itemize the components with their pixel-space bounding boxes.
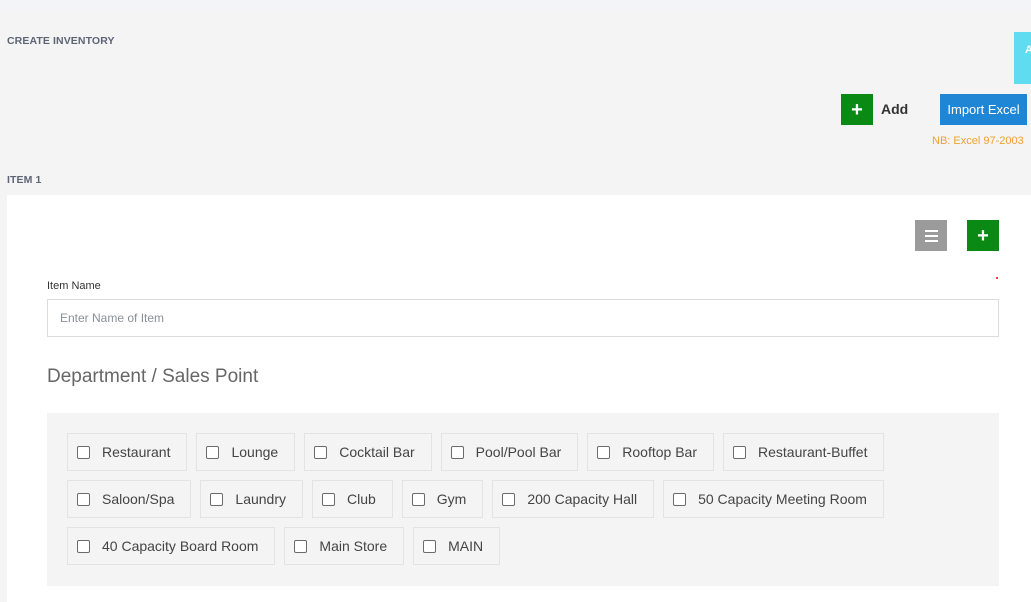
section-title: CREATE INVENTORY [7, 35, 115, 47]
department-label: Club [347, 491, 376, 507]
department-label: 40 Capacity Board Room [102, 538, 259, 554]
department-option[interactable]: Saloon/Spa [67, 480, 192, 518]
department-option[interactable]: Cocktail Bar [304, 433, 432, 471]
add-item-button[interactable]: + [967, 220, 999, 251]
department-label: MAIN [448, 538, 484, 554]
department-label: Rooftop Bar [622, 444, 697, 460]
checkbox[interactable] [294, 539, 308, 553]
checkbox[interactable] [502, 492, 516, 506]
department-row: Saloon/Spa Laundry Club Gym 200 Capacity Hal… [67, 480, 999, 518]
checkbox[interactable] [314, 445, 328, 459]
department-option[interactable]: Rooftop Bar [587, 433, 714, 471]
department-option[interactable]: Lounge [196, 433, 296, 471]
plus-icon: + [977, 224, 989, 247]
department-row: Restaurant Lounge Cocktail Bar Pool/Pool Ba… [67, 433, 999, 471]
item-card: + Item Name Department / Sales Point Res… [7, 195, 1031, 602]
department-label: Cocktail Bar [339, 444, 415, 460]
department-option[interactable]: MAIN [413, 527, 501, 565]
top-bar [0, 0, 1031, 10]
department-option[interactable]: Club [312, 480, 393, 518]
side-tab[interactable]: A [1014, 32, 1031, 84]
item-header: ITEM 1 [7, 174, 41, 186]
import-excel-button[interactable]: Import Excel [940, 94, 1027, 125]
checkbox[interactable] [322, 492, 335, 506]
menu-button[interactable] [915, 220, 947, 251]
department-option[interactable]: 200 Capacity Hall [492, 480, 655, 518]
hamburger-icon [924, 229, 938, 232]
checkbox[interactable] [411, 492, 425, 506]
checkbox[interactable] [77, 492, 90, 506]
department-label: Saloon/Spa [102, 491, 175, 507]
checkbox[interactable] [206, 445, 220, 459]
department-option[interactable]: Restaurant-Buffet [723, 433, 885, 471]
checkbox[interactable] [597, 445, 611, 459]
department-label: Restaurant-Buffet [758, 444, 868, 460]
department-label: Laundry [235, 491, 286, 507]
department-label: Gym [436, 491, 467, 507]
department-panel: Restaurant Lounge Cocktail Bar Pool/Pool Ba… [47, 413, 999, 586]
department-label: Main Store [319, 538, 388, 554]
plus-icon: + [851, 98, 863, 121]
checkbox[interactable] [77, 445, 90, 459]
item-name-label: Item Name [47, 280, 101, 292]
department-title: Department / Sales Point [47, 366, 259, 387]
checkbox[interactable] [673, 492, 687, 506]
department-option[interactable]: Gym [401, 480, 484, 518]
checkbox[interactable] [210, 492, 224, 506]
department-option[interactable]: Pool/Pool Bar [440, 433, 579, 471]
excel-format-note: NB: Excel 97-2003 [932, 135, 1024, 147]
department-option[interactable]: Main Store [284, 527, 405, 565]
checkbox[interactable] [423, 539, 437, 553]
department-option[interactable]: 50 Capacity Meeting Room [663, 480, 884, 518]
department-label: Pool/Pool Bar [475, 444, 562, 460]
department-option[interactable]: Restaurant [67, 433, 188, 471]
department-label: 50 Capacity Meeting Room [698, 491, 867, 507]
add-button[interactable]: + [841, 94, 873, 125]
department-row: 40 Capacity Board Room Main Store MAIN [67, 527, 999, 565]
checkbox[interactable] [77, 539, 90, 553]
create-inventory-header: CREATE INVENTORY [7, 35, 115, 47]
section-title: ITEM 1 [7, 174, 42, 186]
required-marker [996, 277, 998, 279]
department-label: Restaurant [102, 444, 171, 460]
department-option[interactable]: 40 Capacity Board Room [67, 527, 276, 565]
department-option[interactable]: Laundry [200, 480, 303, 518]
item-name-input[interactable] [47, 299, 999, 337]
checkbox[interactable] [733, 445, 746, 459]
add-label[interactable]: Add [881, 101, 908, 117]
department-label: Lounge [231, 444, 279, 460]
checkbox[interactable] [450, 445, 464, 459]
department-label: 200 Capacity Hall [527, 491, 638, 507]
